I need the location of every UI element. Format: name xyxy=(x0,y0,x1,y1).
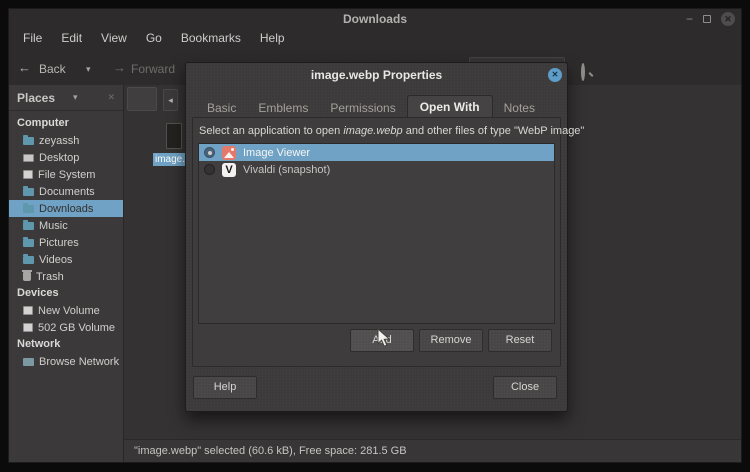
image-viewer-icon xyxy=(222,145,236,160)
window-title: Downloads xyxy=(342,12,407,26)
sidebar-item-videos[interactable]: Videos xyxy=(9,251,123,268)
dialog-title: image.webp Properties xyxy=(310,68,443,82)
dialog-titlebar[interactable]: image.webp Properties ✕ xyxy=(186,63,567,87)
places-list: Computer zeyassh Desktop File System Doc… xyxy=(9,115,123,370)
sidebar-item-home[interactable]: zeyassh xyxy=(9,132,123,149)
sidebar-item-desktop[interactable]: Desktop xyxy=(9,149,123,166)
sidebar-item-new-volume[interactable]: New Volume xyxy=(9,302,123,319)
drive-icon xyxy=(23,323,33,332)
sidebar-item-documents[interactable]: Documents xyxy=(9,183,123,200)
mouse-cursor xyxy=(377,328,391,347)
file-name: image.webp xyxy=(343,125,403,137)
tab-emblems[interactable]: Emblems xyxy=(247,98,319,118)
folder-icon xyxy=(23,202,34,213)
menu-go[interactable]: Go xyxy=(146,31,162,47)
tab-basic[interactable]: Basic xyxy=(196,98,247,118)
menu-view[interactable]: View xyxy=(101,31,127,47)
sidebar-item-pictures[interactable]: Pictures xyxy=(9,234,123,251)
radio-selected-icon[interactable] xyxy=(204,147,215,158)
search-icon[interactable] xyxy=(581,63,585,81)
sidebar-section-network: Network xyxy=(17,338,61,350)
open-with-description: Select an application to open image.webp… xyxy=(199,125,585,137)
window-titlebar[interactable]: Downloads − ✕ xyxy=(9,9,741,29)
help-button[interactable]: Help xyxy=(193,376,257,399)
back-button[interactable]: Back xyxy=(39,62,66,76)
tab-notes[interactable]: Notes xyxy=(493,98,546,118)
folder-icon xyxy=(23,185,34,196)
home-folder-icon xyxy=(23,134,34,145)
back-arrow-icon[interactable]: ← xyxy=(18,61,31,74)
tab-open-with[interactable]: Open With xyxy=(406,95,493,118)
selected-file-label[interactable]: image.webp xyxy=(153,153,185,166)
screen: Downloads − ✕ File Edit View Go Bookmark… xyxy=(0,0,750,472)
vivaldi-icon: V xyxy=(222,162,236,177)
app-row-vivaldi[interactable]: V Vivaldi (snapshot) xyxy=(199,161,554,178)
folder-icon xyxy=(23,219,34,230)
folder-icon xyxy=(23,236,34,247)
properties-dialog: image.webp Properties ✕ Basic Emblems Pe… xyxy=(185,62,585,412)
places-label: Places xyxy=(17,90,56,105)
menubar: File Edit View Go Bookmarks Help xyxy=(9,29,741,49)
statusbar: "image.webp" selected (60.6 kB), Free sp… xyxy=(124,439,741,462)
app-row-image-viewer[interactable]: Image Viewer xyxy=(199,144,554,161)
menu-edit[interactable]: Edit xyxy=(61,31,82,47)
places-caret-icon[interactable]: ▾ xyxy=(73,92,78,103)
menu-help[interactable]: Help xyxy=(260,31,285,47)
status-text: "image.webp" selected (60.6 kB), Free sp… xyxy=(134,445,407,457)
application-list: Image Viewer V Vivaldi (snapshot) xyxy=(198,143,555,324)
reset-button[interactable]: Reset xyxy=(488,329,552,352)
minimize-icon[interactable]: − xyxy=(686,12,693,26)
forward-button[interactable]: Forward xyxy=(131,62,175,76)
sidebar-item-music[interactable]: Music xyxy=(9,217,123,234)
places-header[interactable]: Places ▾ ✕ xyxy=(9,85,123,111)
folder-icon xyxy=(23,253,34,264)
close-icon[interactable]: ✕ xyxy=(721,12,735,26)
sidebar-item-502gb-volume[interactable]: 502 GB Volume xyxy=(9,319,123,336)
sidebar-item-browse-network[interactable]: Browse Network xyxy=(9,353,123,370)
radio-unselected-icon[interactable] xyxy=(204,164,215,175)
dialog-tabs: Basic Emblems Permissions Open With Note… xyxy=(196,95,546,118)
menu-bookmarks[interactable]: Bookmarks xyxy=(181,31,241,47)
sidebar-item-trash[interactable]: Trash xyxy=(9,268,123,285)
close-button[interactable]: Close xyxy=(493,376,557,399)
desktop-icon xyxy=(23,153,34,162)
sidebar-section-computer: Computer xyxy=(17,117,69,129)
back-history-caret-icon[interactable]: ▾ xyxy=(86,64,91,75)
pathbar-scroll-left-icon[interactable]: ◂ xyxy=(163,89,178,111)
maximize-icon[interactable] xyxy=(703,15,711,23)
forward-arrow-icon[interactable]: → xyxy=(113,61,126,74)
trash-icon xyxy=(22,270,32,281)
tab-permissions[interactable]: Permissions xyxy=(319,98,406,118)
sidebar-section-devices: Devices xyxy=(17,287,59,299)
drive-icon xyxy=(23,170,33,179)
sidebar-item-downloads[interactable]: Downloads xyxy=(9,200,123,217)
menu-file[interactable]: File xyxy=(23,31,42,47)
network-icon xyxy=(23,357,34,366)
dialog-close-icon[interactable]: ✕ xyxy=(548,68,562,82)
sidebar: Places ▾ ✕ Computer zeyassh Desktop File… xyxy=(9,85,124,462)
drive-icon xyxy=(23,306,33,315)
sidebar-item-filesystem[interactable]: File System xyxy=(9,166,123,183)
pathbar-button[interactable] xyxy=(127,87,157,111)
places-close-icon[interactable]: ✕ xyxy=(107,92,115,103)
remove-button[interactable]: Remove xyxy=(419,329,483,352)
window-controls: − ✕ xyxy=(686,11,735,27)
file-thumbnail[interactable] xyxy=(166,123,182,149)
